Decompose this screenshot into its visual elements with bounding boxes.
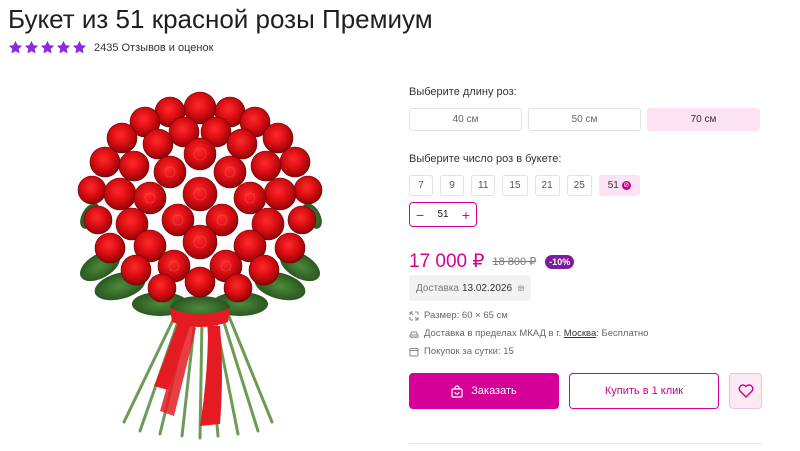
length-options: 40 см 50 см 70 см xyxy=(409,108,760,131)
delivery-date-picker[interactable]: Доставка 13.02.2026 xyxy=(409,275,531,301)
expand-icon xyxy=(409,311,419,320)
clear-icon[interactable]: ⊘ xyxy=(621,181,631,190)
size-text: Размер: 60 × 65 см xyxy=(424,310,508,321)
size-info: Размер: 60 × 65 см xyxy=(409,310,508,321)
quantity-stepper: − 51 + xyxy=(409,202,477,227)
favorite-button[interactable] xyxy=(729,373,762,409)
order-button-label: Заказать xyxy=(471,385,517,397)
count-options: 7 9 11 15 21 25 51 ⊘ xyxy=(409,175,640,196)
old-price: 18 800 ₽ xyxy=(492,256,537,268)
one-click-buy-label: Купить в 1 клик xyxy=(604,385,684,397)
delivery-info-prefix: Доставка в пределах МКАД в г. xyxy=(424,328,562,339)
product-title: Букет из 51 красной розы Премиум xyxy=(8,4,433,34)
decrease-button[interactable]: − xyxy=(416,208,424,222)
star-icon xyxy=(56,40,71,55)
count-option-51-label: 51 xyxy=(607,180,619,191)
purchases-info: Покупок за сутки: 15 xyxy=(409,346,514,357)
star-icon xyxy=(8,40,23,55)
count-option-9[interactable]: 9 xyxy=(440,175,464,196)
rating[interactable]: 2435 Отзывов и оценок xyxy=(8,40,213,55)
quantity-value[interactable]: 51 xyxy=(437,209,448,220)
divider xyxy=(409,443,762,444)
city-link[interactable]: Москва xyxy=(564,328,596,339)
order-button[interactable]: Заказать xyxy=(409,373,559,409)
star-icon xyxy=(72,40,87,55)
count-label: Выберите число роз в букете: xyxy=(409,153,562,165)
one-click-buy-button[interactable]: Купить в 1 клик xyxy=(569,373,719,409)
length-label: Выберите длину роз: xyxy=(409,86,517,98)
star-rating xyxy=(8,40,87,55)
count-option-21[interactable]: 21 xyxy=(534,175,560,196)
calendar-check-icon xyxy=(409,347,419,356)
delivery-info-suffix: : Бесплатно xyxy=(596,328,649,339)
count-option-7[interactable]: 7 xyxy=(409,175,433,196)
length-option-40[interactable]: 40 см xyxy=(409,108,522,131)
car-icon xyxy=(409,331,419,338)
price-row: 17 000 ₽ 18 800 ₽ -10% xyxy=(409,250,575,273)
reviews-count[interactable]: 2435 Отзывов и оценок xyxy=(94,42,213,54)
count-option-15[interactable]: 15 xyxy=(502,175,528,196)
increase-button[interactable]: + xyxy=(462,208,470,222)
product-photo[interactable] xyxy=(50,86,350,446)
length-option-50[interactable]: 50 см xyxy=(528,108,641,131)
count-option-51[interactable]: 51 ⊘ xyxy=(598,175,640,196)
count-option-25[interactable]: 25 xyxy=(566,175,592,196)
delivery-label: Доставка xyxy=(416,282,459,294)
discount-badge: -10% xyxy=(545,254,575,269)
heart-icon xyxy=(738,384,753,398)
length-option-70[interactable]: 70 см xyxy=(647,108,760,131)
count-option-11[interactable]: 11 xyxy=(471,175,496,196)
delivery-info: Доставка в пределах МКАД в г. Москва: Бе… xyxy=(409,328,648,339)
star-icon xyxy=(24,40,39,55)
star-icon xyxy=(40,40,55,55)
rose-bouquet-image xyxy=(77,91,323,440)
delivery-date: 13.02.2026 xyxy=(461,282,513,294)
shopping-bag-icon xyxy=(451,384,463,398)
product-options-panel: Выберите длину роз: 40 см 50 см 70 см Вы… xyxy=(409,86,763,444)
calendar-icon xyxy=(518,285,524,291)
purchases-text: Покупок за сутки: 15 xyxy=(424,346,514,357)
current-price: 17 000 ₽ xyxy=(409,251,485,272)
